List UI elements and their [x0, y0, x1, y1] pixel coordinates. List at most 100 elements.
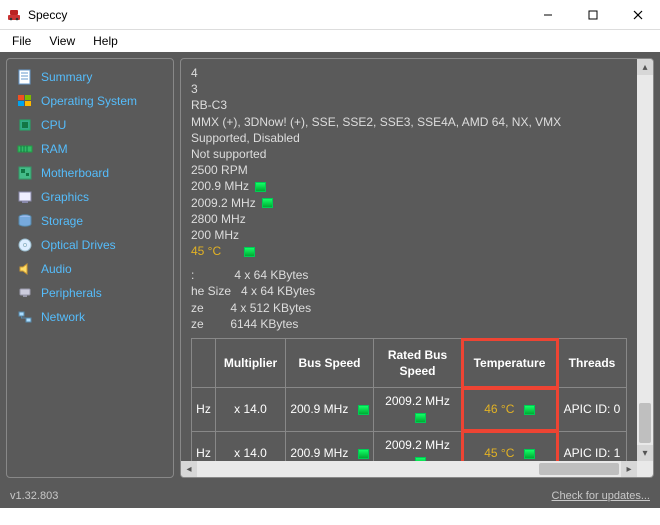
motherboard-icon: [17, 165, 33, 181]
sidebar-item-ram[interactable]: RAM: [9, 137, 171, 161]
sidebar-item-label: CPU: [41, 118, 66, 132]
info-line: RB-C3: [191, 97, 627, 113]
info-pane: 4 3 RB-C3 MMX (+), 3DNow! (+), SSE, SSE2…: [180, 58, 654, 478]
sidebar-item-label: Network: [41, 310, 85, 324]
cell-threads: APIC ID: 1: [558, 431, 627, 461]
graphics-icon: [17, 189, 33, 205]
network-icon: [17, 309, 33, 325]
audio-icon: [17, 261, 33, 277]
sidebar-item-optical[interactable]: Optical Drives: [9, 233, 171, 257]
scroll-thumb[interactable]: [539, 463, 619, 475]
cell-hz: Hz: [192, 388, 216, 431]
version-label: v1.32.803: [10, 490, 58, 502]
temp-chip-icon: [524, 449, 535, 459]
titlebar: Speccy: [0, 0, 660, 30]
peripherals-icon: [17, 285, 33, 301]
sidebar-item-label: Graphics: [41, 190, 89, 204]
main-pane: 4 3 RB-C3 MMX (+), 3DNow! (+), SSE, SSE2…: [180, 58, 654, 478]
cell-rated-bus: 2009.2 MHz: [374, 388, 462, 431]
sidebar-item-network[interactable]: Network: [9, 305, 171, 329]
cell-bus-speed: 200.9 MHz: [286, 388, 374, 431]
sidebar-item-summary[interactable]: Summary: [9, 65, 171, 89]
sidebar-item-label: Storage: [41, 214, 83, 228]
scroll-down-button[interactable]: ▾: [637, 445, 653, 461]
storage-icon: [17, 213, 33, 229]
sidebar-item-label: Summary: [41, 70, 92, 84]
sidebar-item-label: Peripherals: [41, 286, 102, 300]
info-line: Supported, Disabled: [191, 130, 627, 146]
scroll-up-button[interactable]: ▴: [637, 59, 653, 75]
window-title: Speccy: [28, 8, 525, 22]
sidebar-item-os[interactable]: Operating System: [9, 89, 171, 113]
temp-chip-icon: [255, 182, 266, 192]
info-line: 200.9 MHz: [191, 178, 627, 194]
col-temperature: Temperature: [462, 339, 558, 388]
info-line: 3: [191, 81, 627, 97]
table-row: Hzx 14.0200.9 MHz 2009.2 MHz 46 °C APIC …: [192, 388, 627, 431]
info-content: 4 3 RB-C3 MMX (+), 3DNow! (+), SSE, SSE2…: [181, 59, 637, 461]
info-line: 2800 MHz: [191, 211, 627, 227]
temp-chip-icon: [415, 413, 426, 423]
col-rated-bus: Rated Bus Speed: [374, 339, 462, 388]
sidebar-item-label: Operating System: [41, 94, 137, 108]
minimize-button[interactable]: [525, 0, 570, 30]
temp-chip-icon: [244, 247, 255, 257]
sidebar-item-peripherals[interactable]: Peripherals: [9, 281, 171, 305]
maximize-button[interactable]: [570, 0, 615, 30]
temp-chip-icon: [262, 198, 273, 208]
sidebar-item-motherboard[interactable]: Motherboard: [9, 161, 171, 185]
sidebar-item-audio[interactable]: Audio: [9, 257, 171, 281]
sidebar-item-label: Motherboard: [41, 166, 109, 180]
window-buttons: [525, 0, 660, 30]
sidebar-item-label: Optical Drives: [41, 238, 116, 252]
sidebar-item-storage[interactable]: Storage: [9, 209, 171, 233]
app-icon: [6, 7, 22, 23]
cell-temperature: 46 °C: [462, 388, 558, 431]
check-updates-link[interactable]: Check for updates...: [552, 490, 650, 502]
temp-chip-icon: [358, 449, 369, 459]
info-line: 200 MHz: [191, 227, 627, 243]
cache-line: : 4 x 64 KBytes: [191, 267, 627, 283]
info-line-temp: 45 °C: [191, 243, 627, 259]
cell-threads: APIC ID: 0: [558, 388, 627, 431]
sidebar: Summary Operating System CPU RAM Motherb…: [6, 58, 174, 478]
col-threads: Threads: [558, 339, 627, 388]
cell-rated-bus: 2009.2 MHz: [374, 431, 462, 461]
cache-line: ze 6144 KBytes: [191, 316, 627, 332]
cell-multiplier: x 14.0: [216, 431, 286, 461]
sidebar-item-cpu[interactable]: CPU: [9, 113, 171, 137]
scroll-thumb[interactable]: [639, 403, 651, 443]
cell-temperature: 45 °C: [462, 431, 558, 461]
col-multiplier: Multiplier: [216, 339, 286, 388]
cache-line: he Size 4 x 64 KBytes: [191, 283, 627, 299]
info-line: MMX (+), 3DNow! (+), SSE, SSE2, SSE3, SS…: [191, 114, 627, 130]
status-bar: v1.32.803 Check for updates...: [0, 484, 660, 508]
vertical-scrollbar[interactable]: ▴ ▾: [637, 59, 653, 461]
scroll-track[interactable]: [637, 75, 653, 445]
col-bus-speed: Bus Speed: [286, 339, 374, 388]
horizontal-scrollbar[interactable]: ◂ ▸: [181, 461, 637, 477]
workspace: Summary Operating System CPU RAM Motherb…: [0, 52, 660, 484]
menubar: File View Help: [0, 30, 660, 52]
table-header-row: Multiplier Bus Speed Rated Bus Speed Tem…: [192, 339, 627, 388]
menu-view[interactable]: View: [41, 32, 83, 50]
menu-file[interactable]: File: [4, 32, 39, 50]
cell-multiplier: x 14.0: [216, 388, 286, 431]
ram-icon: [17, 141, 33, 157]
scroll-right-button[interactable]: ▸: [621, 461, 637, 477]
scrollbar-corner: [637, 461, 653, 477]
summary-icon: [17, 69, 33, 85]
cpu-icon: [17, 117, 33, 133]
info-line: 2009.2 MHz: [191, 195, 627, 211]
cell-bus-speed: 200.9 MHz: [286, 431, 374, 461]
info-line: 4: [191, 65, 627, 81]
menu-help[interactable]: Help: [85, 32, 126, 50]
table-row: Hzx 14.0200.9 MHz 2009.2 MHz 45 °C APIC …: [192, 431, 627, 461]
info-line: 2500 RPM: [191, 162, 627, 178]
sidebar-item-graphics[interactable]: Graphics: [9, 185, 171, 209]
scroll-track[interactable]: [197, 461, 621, 477]
cores-table: Multiplier Bus Speed Rated Bus Speed Tem…: [191, 338, 627, 461]
close-button[interactable]: [615, 0, 660, 30]
scroll-left-button[interactable]: ◂: [181, 461, 197, 477]
cache-line: ze 4 x 512 KBytes: [191, 300, 627, 316]
